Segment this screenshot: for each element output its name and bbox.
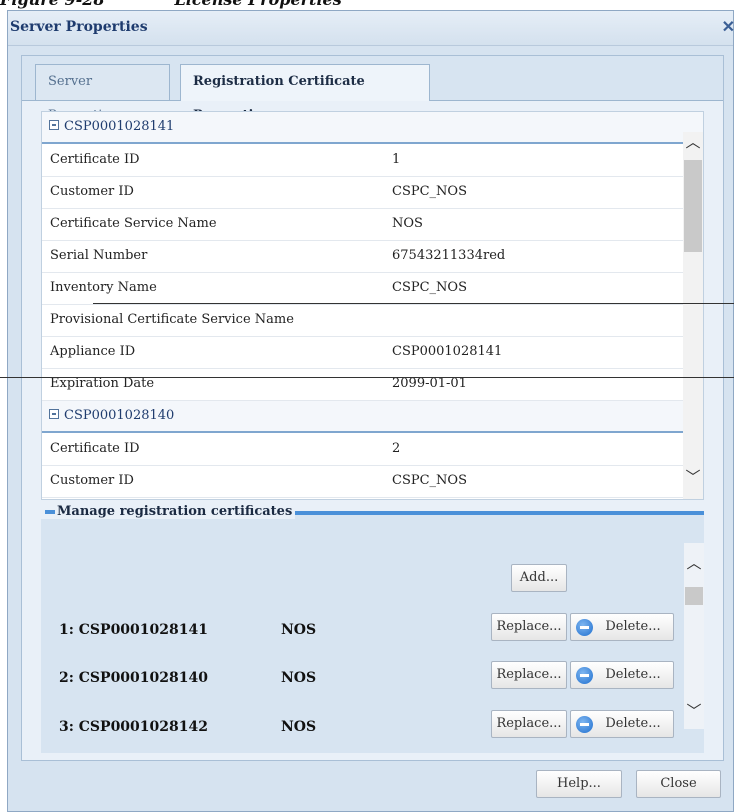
property-row: Certificate ID 1: [42, 144, 703, 177]
property-key: Certificate ID: [50, 152, 140, 167]
certificate-service: NOS: [281, 622, 317, 638]
property-key: Certificate ID: [50, 441, 140, 456]
group-name: CSP0001028141: [64, 119, 175, 134]
property-row: Customer ID CSPC_NOS: [42, 176, 703, 209]
collapse-icon[interactable]: [49, 120, 59, 130]
property-value: 67543211334red: [392, 248, 506, 263]
group-name: CSP0001028140: [64, 408, 175, 423]
delete-button[interactable]: Delete...: [570, 710, 674, 738]
delete-label: Delete...: [605, 716, 661, 731]
minus-circle-icon: [576, 667, 593, 684]
certificate-property-grid: CSP0001028141 Certificate ID 1 Customer I…: [41, 111, 704, 500]
minus-circle-icon: [576, 619, 593, 636]
property-key: Inventory Name: [50, 280, 157, 295]
property-key: Customer ID: [50, 473, 134, 488]
property-value: NOS: [392, 216, 423, 231]
chevron-down-icon[interactable]: ﹀: [683, 467, 703, 487]
tab-server-properties[interactable]: Server Properties: [35, 64, 170, 123]
overlay-rule: [93, 303, 734, 304]
property-value: 1: [392, 152, 401, 167]
delete-label: Delete...: [605, 619, 661, 634]
help-button[interactable]: Help...: [536, 770, 622, 798]
property-value: CSP0001028141: [392, 344, 503, 359]
tab-registration-certificate-properties[interactable]: Registration Certificate Properties: [180, 64, 430, 123]
scroll-thumb[interactable]: [684, 160, 702, 252]
property-key: Serial Number: [50, 248, 148, 263]
certificate-name: 3: CSP0001028142: [59, 719, 208, 735]
property-grid-scrollbar[interactable]: ︿ ﹀: [683, 132, 703, 499]
property-value: CSPC_NOS: [392, 473, 467, 488]
property-row: Serial Number 67543211334red: [42, 240, 703, 273]
close-button[interactable]: Close: [636, 770, 721, 798]
property-value: 2: [392, 441, 401, 456]
delete-button[interactable]: Delete...: [570, 613, 674, 641]
manage-section-legend: Manage registration certificates: [41, 504, 296, 519]
server-properties-dialog: Server Properties ✕ Server Properties Re…: [7, 10, 734, 812]
property-row: Inventory Name CSPC_NOS: [42, 272, 703, 305]
tab-panel: Server Properties Registration Certifica…: [21, 55, 724, 761]
group-header[interactable]: CSP0001028141: [42, 112, 703, 144]
property-row: Appliance ID CSP0001028141: [42, 336, 703, 369]
property-value: CSPC_NOS: [392, 184, 467, 199]
overlay-rule: [0, 377, 734, 378]
property-row: Provisional Certificate Service Name: [42, 304, 703, 337]
property-key: Customer ID: [50, 184, 134, 199]
property-key: Certificate Service Name: [50, 216, 217, 231]
delete-button[interactable]: Delete...: [570, 661, 674, 689]
minus-circle-icon: [576, 716, 593, 733]
replace-button[interactable]: Replace...: [491, 710, 567, 738]
close-icon[interactable]: ✕: [722, 17, 734, 36]
certificate-list-scrollbar[interactable]: ︿ ﹀: [684, 543, 704, 729]
chevron-up-icon[interactable]: ︿: [684, 553, 704, 573]
property-value: 2099-01-01: [392, 376, 467, 391]
dialog-title-bar: Server Properties ✕: [8, 11, 734, 46]
delete-label: Delete...: [605, 667, 661, 682]
certificate-service: NOS: [281, 670, 317, 686]
figure-caption: Figure 9-28 License Properties: [0, 0, 342, 9]
collapse-icon[interactable]: [49, 409, 59, 419]
figure-title: License Properties: [174, 0, 341, 9]
manage-certificates-section: Manage registration certificates Add... …: [41, 504, 704, 753]
chevron-up-icon[interactable]: ︿: [683, 132, 703, 152]
replace-button[interactable]: Replace...: [491, 661, 567, 689]
property-row: Expiration Date 2099-01-01: [42, 368, 703, 401]
property-row: Customer ID CSPC_NOS: [42, 465, 703, 498]
dialog-title: Server Properties: [10, 19, 148, 35]
property-key: Expiration Date: [50, 376, 155, 391]
certificate-name: 2: CSP0001028140: [59, 670, 208, 686]
tab-strip: Server Properties Registration Certifica…: [22, 56, 723, 123]
property-key: Appliance ID: [50, 344, 136, 359]
certificate-service: NOS: [281, 719, 317, 735]
replace-button[interactable]: Replace...: [491, 613, 567, 641]
chevron-down-icon[interactable]: ﹀: [684, 701, 704, 721]
property-row: Certificate Service Name NOS: [42, 208, 703, 241]
figure-number: Figure 9-28: [0, 0, 104, 9]
property-key: Provisional Certificate Service Name: [50, 312, 294, 327]
add-button[interactable]: Add...: [511, 564, 567, 592]
property-value: CSPC_NOS: [392, 280, 467, 295]
scroll-thumb[interactable]: [685, 587, 703, 605]
group-header[interactable]: CSP0001028140: [42, 401, 703, 433]
certificate-name: 1: CSP0001028141: [59, 622, 208, 638]
property-row: Certificate ID 2: [42, 433, 703, 466]
